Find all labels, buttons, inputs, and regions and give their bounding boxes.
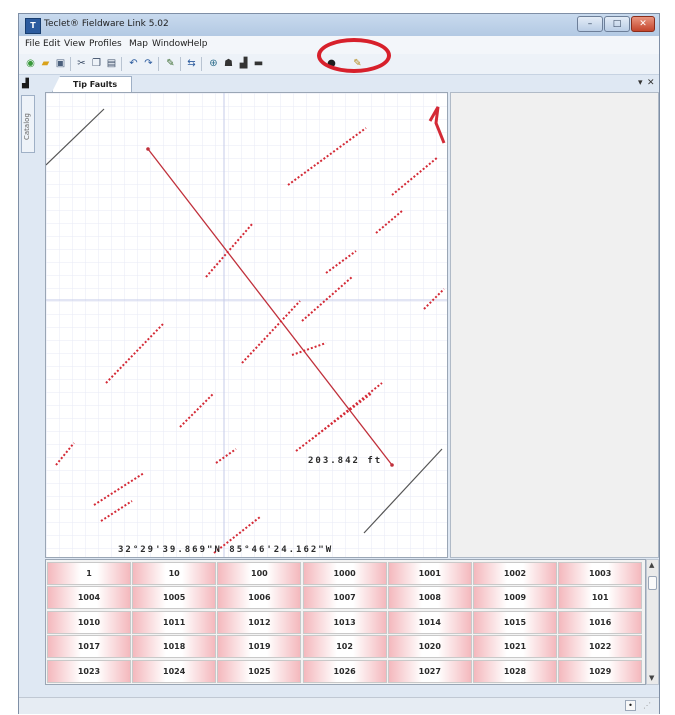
map-canvas[interactable]: 203.842 ft 32°29'39.869"N 85°46'24.162"W (45, 92, 448, 558)
toolbar-separator (201, 57, 202, 71)
grid-cell[interactable]: 102 (302, 635, 387, 659)
edit-icon[interactable]: ✎ (164, 57, 177, 70)
save-icon[interactable]: ▣ (54, 57, 67, 70)
app-window: T Teclet® Fieldware Link 5.02 – □ ✕ File… (18, 13, 660, 714)
grid-cell[interactable]: 1010 (47, 610, 131, 634)
grid-cell[interactable]: 1015 (473, 610, 557, 634)
toolbar-separator (180, 57, 181, 71)
grid-cell[interactable]: 1017 (47, 635, 131, 659)
catalog-sidebar: ▟ Catalog (19, 75, 37, 697)
menu-map[interactable]: Map (129, 39, 148, 49)
title-bar[interactable]: T Teclet® Fieldware Link 5.02 – □ ✕ (19, 14, 659, 36)
grid-cell[interactable]: 1024 (132, 659, 217, 683)
scroll-thumb[interactable] (648, 576, 657, 590)
grid-scrollbar[interactable]: ▲ ▼ (646, 559, 659, 685)
menu-view[interactable]: View (64, 39, 85, 49)
grid-cell[interactable]: 1012 (217, 610, 302, 634)
undo-icon[interactable]: ↶ (127, 57, 140, 70)
grid-cell[interactable]: 1000 (302, 562, 387, 585)
catalog-label: Catalog (23, 113, 31, 140)
tab-tip-faults[interactable]: Tip Faults (52, 76, 132, 92)
map-drawing (46, 93, 447, 557)
grid-cell[interactable]: 1002 (473, 562, 557, 585)
resize-grip-icon[interactable]: ⋰ (643, 701, 651, 710)
minimize-button[interactable]: – (577, 16, 603, 32)
distance-label: 203.842 ft (308, 456, 383, 466)
globe-icon[interactable]: ⊕ (207, 57, 220, 70)
grid-cell[interactable]: 1023 (47, 659, 131, 683)
grid-cell[interactable]: 1009 (473, 586, 557, 610)
toolbar-separator (158, 57, 159, 71)
grid-cell[interactable]: 101 (558, 586, 643, 610)
maximize-button[interactable]: □ (604, 16, 630, 32)
side-panel (450, 92, 659, 558)
app-logo-icon: T (25, 18, 41, 34)
grid-cell[interactable]: 1018 (132, 635, 217, 659)
grid-cell[interactable]: 1008 (387, 586, 472, 610)
window-title: Teclet® Fieldware Link 5.02 (44, 19, 169, 29)
grid-cell[interactable]: 1021 (473, 635, 557, 659)
grid-cell[interactable]: 1005 (132, 586, 217, 610)
catalog-icon[interactable]: ▟ (22, 79, 34, 89)
grid-cell[interactable]: 1027 (387, 659, 472, 683)
tab-label: Tip Faults (73, 80, 118, 89)
tab-dropdown-icon[interactable]: ▾ (638, 78, 643, 88)
grid-cell[interactable]: 10 (132, 562, 217, 585)
grid-cell[interactable]: 1029 (558, 659, 643, 683)
menu-window[interactable]: Window (152, 39, 188, 49)
copy-icon[interactable]: ❐ (90, 57, 103, 70)
grid-cell[interactable]: 100 (217, 562, 302, 585)
coordinate-label: 32°29'39.869"N 85°46'24.162"W (118, 545, 334, 555)
document-tab-bar: Tip Faults ▾ ✕ (38, 75, 659, 92)
grid-cell[interactable]: 1011 (132, 610, 217, 634)
grid-cell[interactable]: 1019 (217, 635, 302, 659)
point-grid: 1 10 100 1000 1001 1002 1003 1004 1005 1006 1007 10… (45, 559, 646, 685)
toolbar-separator (121, 57, 122, 71)
catalog-tab[interactable]: Catalog (21, 95, 35, 153)
status-indicator[interactable]: • (625, 700, 636, 711)
status-bar: • ⋰ (19, 697, 659, 714)
close-button[interactable]: ✕ (631, 16, 655, 32)
scroll-up-icon[interactable]: ▲ (649, 561, 654, 569)
cut-icon[interactable]: ✂ (75, 57, 88, 70)
grid-cell[interactable]: 1014 (387, 610, 472, 634)
menu-help[interactable]: Help (187, 39, 208, 49)
menu-edit[interactable]: Edit (43, 39, 60, 49)
grid-cell[interactable]: 1020 (387, 635, 472, 659)
grid-cell[interactable]: 1006 (217, 586, 302, 610)
grid-cell[interactable]: 1016 (558, 610, 643, 634)
grid-cell[interactable]: 1003 (558, 562, 643, 585)
new-icon[interactable]: ◉ (24, 57, 37, 70)
camera-icon[interactable]: ▬ (252, 57, 265, 70)
paste-icon[interactable]: ▤ (105, 57, 118, 70)
user-icon[interactable]: ☗ (222, 57, 235, 70)
menu-profiles[interactable]: Profiles (89, 39, 122, 49)
redo-icon[interactable]: ↷ (142, 57, 155, 70)
highlight-circle (317, 38, 391, 73)
menu-file[interactable]: File (25, 39, 40, 49)
scroll-down-icon[interactable]: ▼ (649, 674, 654, 682)
grid-cell[interactable]: 1013 (302, 610, 387, 634)
grid-cell[interactable]: 1001 (387, 562, 472, 585)
open-folder-icon[interactable]: ▰ (39, 57, 52, 70)
grid-cell[interactable]: 1028 (473, 659, 557, 683)
grid-cell[interactable]: 1022 (558, 635, 643, 659)
grid-cell[interactable]: 1025 (217, 659, 302, 683)
grid-cell[interactable]: 1007 (302, 586, 387, 610)
grid-cell[interactable]: 1026 (302, 659, 387, 683)
transfer-icon[interactable]: ⇆ (185, 57, 198, 70)
toolbar-separator (70, 57, 71, 71)
tab-close-icon[interactable]: ✕ (647, 78, 655, 88)
grid-cell[interactable]: 1 (47, 562, 131, 585)
grid-cell[interactable]: 1004 (47, 586, 131, 610)
chart-icon[interactable]: ▟ (237, 57, 250, 70)
